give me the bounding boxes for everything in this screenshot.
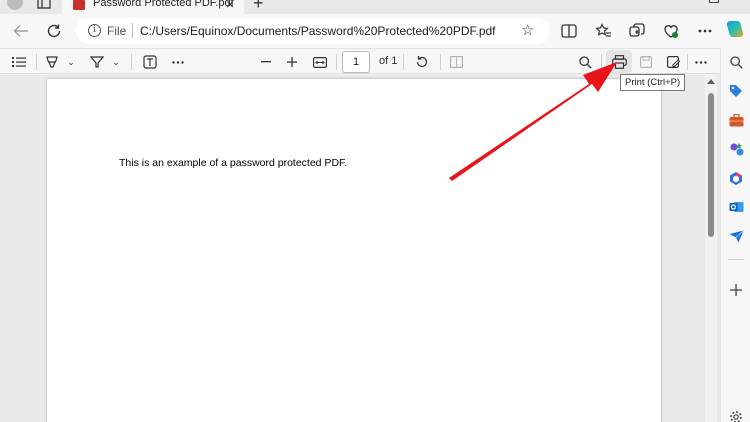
url-scheme: File	[107, 24, 127, 38]
more-tools-icon[interactable]	[170, 52, 186, 72]
vertical-scrollbar[interactable]	[705, 75, 717, 422]
new-tab-button[interactable]: +	[253, 0, 264, 14]
info-icon[interactable]: i	[88, 24, 101, 37]
pdf-page: This is an example of a password protect…	[47, 79, 661, 422]
page-number-input[interactable]: 1	[342, 51, 370, 73]
scroll-up-icon[interactable]	[707, 79, 715, 84]
pdf-file-icon	[73, 0, 85, 10]
save-icon[interactable]	[638, 52, 654, 72]
draw-options-chevron-icon[interactable]: ⌄	[66, 52, 76, 72]
collections-icon[interactable]	[626, 20, 648, 42]
tab-title: Password Protected PDF.pdf	[93, 0, 234, 9]
pdf-toolbar: ⌄ ⌄ 1 of 1	[0, 48, 720, 74]
drop-icon[interactable]	[727, 227, 745, 245]
page-total-label: of 1	[379, 55, 398, 67]
omnibox-divider	[132, 23, 133, 38]
tab-strip: Password Protected PDF.pdf × +	[0, 0, 750, 14]
save-as-icon[interactable]	[665, 52, 681, 72]
pdf-more-options-icon[interactable]	[693, 52, 709, 72]
favorite-star-icon[interactable]: ☆	[521, 21, 534, 39]
maximize-icon[interactable]	[709, 0, 719, 3]
zoom-in-icon[interactable]	[284, 52, 300, 72]
url-text[interactable]: C:/Users/Equinox/Documents/Password%20Pr…	[140, 24, 496, 38]
games-icon[interactable]	[727, 140, 745, 158]
toolbar-divider	[36, 54, 37, 70]
printer-icon	[611, 55, 627, 69]
address-bar[interactable]: i File C:/Users/Equinox/Documents/Passwo…	[76, 18, 550, 44]
zoom-out-icon[interactable]	[258, 52, 274, 72]
toolbar-divider	[336, 54, 337, 70]
sidebar-divider	[728, 259, 744, 260]
sidebar-add-icon[interactable]	[727, 281, 745, 299]
tab-close-icon[interactable]: ×	[226, 0, 234, 12]
pdf-body-text: This is an example of a password protect…	[119, 157, 348, 169]
shopping-tag-icon[interactable]	[727, 82, 745, 100]
highlight-icon[interactable]	[89, 52, 105, 72]
back-icon[interactable]	[10, 20, 32, 42]
tab-active[interactable]: Password Protected PDF.pdf ×	[62, 0, 244, 14]
contents-icon[interactable]	[10, 52, 28, 72]
toolbar-divider	[403, 54, 404, 70]
search-icon[interactable]	[576, 52, 594, 72]
sidebar-settings-gear-icon[interactable]	[727, 408, 745, 422]
sidebar-search-icon[interactable]	[727, 53, 745, 71]
pdf-viewer: This is an example of a password protect…	[0, 75, 720, 422]
favorites-icon[interactable]	[592, 20, 614, 42]
browser-essentials-icon[interactable]	[660, 20, 682, 42]
print-button[interactable]	[606, 50, 632, 74]
more-options-icon[interactable]	[694, 20, 716, 42]
microsoft-365-icon[interactable]	[727, 169, 745, 187]
fit-to-page-icon[interactable]	[311, 52, 329, 72]
highlight-options-chevron-icon[interactable]: ⌄	[111, 52, 121, 72]
scrollbar-thumb[interactable]	[708, 93, 714, 237]
tools-briefcase-icon[interactable]	[727, 111, 745, 129]
copilot-icon[interactable]	[725, 19, 745, 39]
outlook-icon[interactable]	[727, 198, 745, 216]
address-bar-row: i File C:/Users/Equinox/Documents/Passwo…	[0, 14, 750, 48]
profile-avatar[interactable]	[7, 0, 23, 10]
draw-icon[interactable]	[44, 52, 60, 72]
toolbar-divider	[131, 54, 132, 70]
toolbar-divider	[601, 54, 602, 70]
toolbar-divider	[440, 54, 441, 70]
print-tooltip: Print (Ctrl+P)	[620, 74, 686, 91]
page-view-icon[interactable]	[448, 52, 464, 72]
rotate-icon[interactable]	[413, 52, 431, 72]
refresh-icon[interactable]	[43, 20, 65, 42]
edge-sidebar	[720, 48, 750, 422]
tab-actions-icon[interactable]	[37, 0, 51, 10]
add-text-icon[interactable]	[142, 52, 158, 72]
toolbar-divider	[687, 54, 688, 70]
split-screen-icon[interactable]	[558, 20, 580, 42]
